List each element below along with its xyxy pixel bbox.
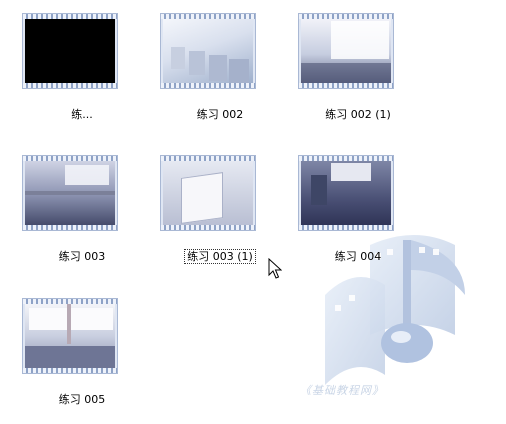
video-thumbnail[interactable]: [298, 13, 394, 89]
file-item[interactable]: 练习 005: [0, 298, 120, 406]
file-item[interactable]: 练习 002 (1): [276, 13, 396, 121]
film-perforation: [23, 83, 117, 88]
video-thumbnail[interactable]: [160, 155, 256, 231]
film-perforation: [161, 83, 255, 88]
film-perforation: [299, 225, 393, 230]
file-item[interactable]: 练习 004: [276, 155, 396, 263]
file-name[interactable]: 练习 005: [0, 391, 164, 407]
film-perforation: [23, 368, 117, 373]
file-item[interactable]: 练习 002: [138, 13, 258, 121]
watermark-text: 《基础教程网》: [300, 384, 384, 397]
file-item[interactable]: 练习 003 (1): [138, 155, 258, 264]
video-thumbnail[interactable]: [298, 155, 394, 231]
file-item[interactable]: 练...: [0, 13, 120, 121]
film-perforation: [23, 225, 117, 230]
file-name[interactable]: 练习 004: [276, 248, 440, 264]
film-perforation: [299, 83, 393, 88]
film-perforation: [161, 225, 255, 230]
file-name[interactable]: 练习 002 (1): [276, 106, 440, 122]
video-thumbnail[interactable]: [160, 13, 256, 89]
video-thumbnail[interactable]: [22, 155, 118, 231]
mouse-pointer-icon: [268, 258, 282, 279]
video-thumbnail[interactable]: [22, 13, 118, 89]
file-item[interactable]: 练习 003: [0, 155, 120, 263]
video-thumbnail[interactable]: [22, 298, 118, 374]
